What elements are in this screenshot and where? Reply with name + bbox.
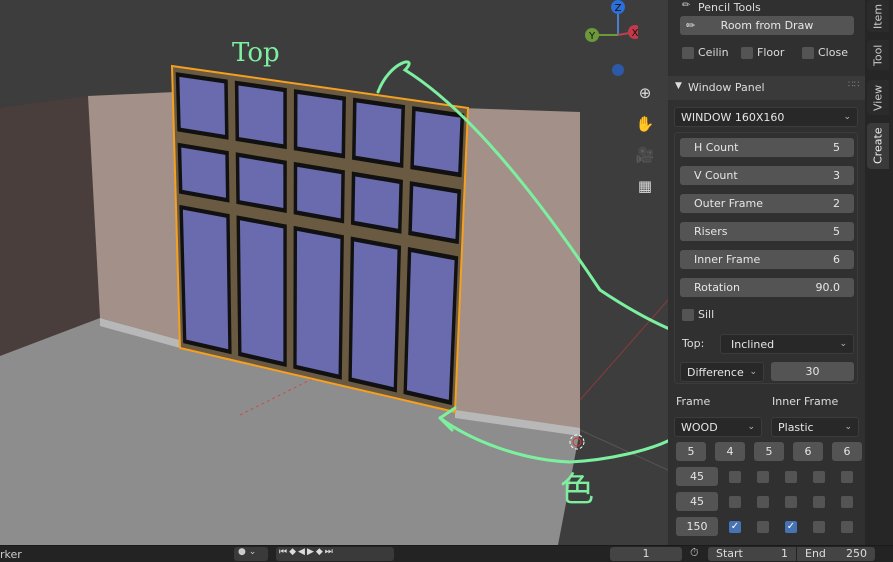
back-wall [88, 92, 180, 340]
hand-pan-icon[interactable]: ✋ [633, 112, 657, 136]
inner-frame-field[interactable]: Inner Frame 6 [680, 250, 854, 269]
inner-frame-material-label: Inner Frame [772, 395, 839, 408]
current-frame-field[interactable]: 1 [610, 547, 682, 561]
column-value-field[interactable]: 5 [754, 442, 784, 461]
tab-item[interactable]: Item [867, 0, 889, 32]
window-pane [238, 85, 284, 145]
pane-checkbox[interactable] [729, 471, 741, 483]
end-frame-field[interactable]: End 250 [797, 547, 875, 561]
pane-checkbox[interactable] [785, 496, 797, 508]
pane-checkbox[interactable] [841, 471, 853, 483]
ceiling-checkbox[interactable] [682, 47, 694, 59]
pane-checkbox[interactable]: ✓ [729, 521, 741, 533]
window-pane [351, 241, 398, 388]
annotation-color: 色 [560, 470, 594, 510]
pane-checkbox[interactable] [841, 521, 853, 533]
v-count-field[interactable]: V Count 3 [680, 166, 854, 185]
preset-dropdown[interactable]: WINDOW 160X160 ⌄ [674, 107, 858, 127]
outer-frame-field[interactable]: Outer Frame 2 [680, 194, 854, 213]
window-panel-header[interactable]: ▼ Window Panel ∷∷ [668, 76, 865, 100]
keyframe-record-button[interactable]: ● ⌄ [234, 547, 268, 561]
column-value-field[interactable]: 5 [676, 442, 706, 461]
row-height-field[interactable]: 45 [676, 467, 718, 486]
window-pane [354, 176, 400, 229]
frame-material-dropdown[interactable]: WOOD ⌄ [674, 417, 762, 437]
window-pane [181, 147, 226, 198]
drag-handle-icon[interactable]: ∷∷ [848, 80, 859, 90]
3d-viewport[interactable]: Top 色 Z Y X ⊕ ✋ 🎥 ▦ [0, 0, 727, 545]
right-wall [455, 108, 580, 430]
risers-field[interactable]: Risers 5 [680, 222, 854, 241]
pane-checkbox[interactable] [813, 521, 825, 533]
sidebar-panel: ✏ Pencil Tools ✏ Room from Draw Ceilin Fl… [668, 0, 865, 545]
sidebar-tabs: Item Tool View Create [865, 0, 893, 545]
perspective-grid-icon[interactable]: ▦ [633, 174, 657, 198]
tab-view[interactable]: View [867, 80, 889, 115]
collapse-triangle-icon: ▼ [675, 81, 682, 91]
window-pane [355, 102, 402, 163]
window-panel-title: Window Panel [688, 81, 765, 94]
camera-icon[interactable]: 🎥 [633, 143, 657, 167]
tab-tool[interactable]: Tool [867, 40, 889, 70]
stopwatch-icon[interactable]: ⏱ [690, 546, 699, 560]
navigation-gizmo[interactable]: Z Y X [578, 0, 638, 80]
difference-dropdown[interactable]: Difference ⌄ [680, 362, 764, 382]
top-style-dropdown[interactable]: Inclined ⌄ [720, 334, 854, 354]
top-label: Top: [682, 337, 705, 350]
pane-checkbox[interactable] [813, 471, 825, 483]
start-frame-field[interactable]: Start 1 [708, 547, 796, 561]
window-pane [411, 186, 458, 240]
pane-checkbox[interactable] [785, 471, 797, 483]
inner-frame-material-dropdown[interactable]: Plastic ⌄ [771, 417, 859, 437]
window-pane [413, 111, 461, 173]
floor-checkbox[interactable] [741, 47, 753, 59]
marker-menu[interactable]: rker [0, 548, 22, 561]
window-pane [297, 94, 343, 154]
h-count-field[interactable]: H Count 5 [680, 138, 854, 157]
ceiling-label: Ceilin [698, 46, 729, 59]
column-value-field[interactable]: 4 [715, 442, 745, 461]
column-value-field[interactable]: 6 [832, 442, 862, 461]
rotation-field[interactable]: Rotation 90.0 [680, 278, 854, 297]
window-pane [296, 230, 341, 375]
window-pane [239, 157, 284, 209]
difference-value-field[interactable]: 30 [771, 362, 854, 381]
window-pane [297, 166, 342, 219]
pane-checkbox[interactable] [729, 496, 741, 508]
room-from-draw-button[interactable]: ✏ Room from Draw [680, 16, 854, 35]
left-wall [0, 96, 100, 356]
pencil-tools-label[interactable]: Pencil Tools [698, 1, 761, 14]
zoom-icon[interactable]: ⊕ [633, 81, 657, 105]
svg-text:X: X [632, 28, 638, 39]
frame-label: Frame [676, 395, 711, 408]
playback-controls[interactable]: ⏮◆◀▶◆⏭ [276, 547, 394, 561]
pane-checkbox[interactable] [813, 496, 825, 508]
svg-text:Z: Z [615, 3, 622, 14]
pane-checkbox[interactable]: ✓ [785, 521, 797, 533]
annotation-top: Top [232, 38, 280, 68]
pane-checkbox[interactable] [757, 471, 769, 483]
column-value-field[interactable]: 6 [793, 442, 823, 461]
floor-label: Floor [757, 46, 785, 59]
pencil-icon: ✏ [686, 19, 696, 32]
tab-create[interactable]: Create [867, 123, 889, 169]
pencil-tools-icon: ✏ [682, 0, 691, 11]
close-checkbox[interactable] [802, 47, 814, 59]
window-pane [239, 220, 284, 362]
window-pane [182, 209, 229, 350]
sill-label: Sill [698, 308, 715, 321]
timeline-bar: rker ● ⌄ ⏮◆◀▶◆⏭ 1 ⏱ Start 1 End 250 [0, 545, 893, 562]
pane-checkbox[interactable] [841, 496, 853, 508]
row-height-field[interactable]: 150 [676, 517, 718, 536]
pane-checkbox[interactable] [757, 496, 769, 508]
close-label: Close [818, 46, 848, 59]
row-height-field[interactable]: 45 [676, 492, 718, 511]
window-pane [179, 76, 226, 135]
sill-checkbox[interactable] [682, 309, 694, 321]
window-pane [406, 252, 455, 400]
pane-checkbox[interactable] [757, 521, 769, 533]
svg-text:Y: Y [588, 31, 596, 42]
